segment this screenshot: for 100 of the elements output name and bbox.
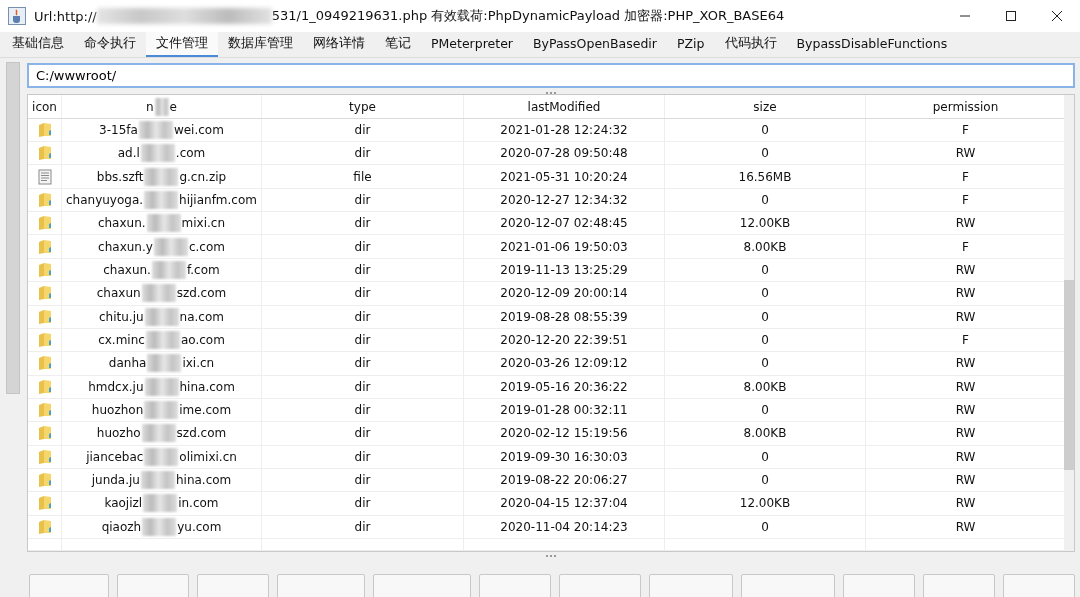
type-cell: dir [354,333,371,347]
button[interactable] [29,573,109,597]
redaction-blur [151,261,186,279]
button[interactable] [117,573,189,597]
tab[interactable]: 代码执行 [714,32,787,57]
app-icon [8,7,26,25]
redaction-blur [144,307,179,326]
file-name-part: ao.com [180,333,225,347]
size-cell: 0 [761,286,769,301]
redaction-blur [142,517,177,536]
permission-cell: RW [955,286,976,301]
file-name-part: hina.com [175,473,232,488]
tab[interactable]: PZip [667,32,715,57]
file-name-part: bbs.szft [96,169,144,184]
file-name-part: f.com [186,263,220,277]
button[interactable] [649,573,733,597]
column-header[interactable]: icon [32,99,57,114]
date-cell: 2020-07-28 09:50:48 [500,146,628,161]
size-cell: 16.56MB [738,169,792,184]
column-header[interactable]: n [146,99,154,114]
column-header[interactable]: lastModified [527,99,601,114]
maximize-icon [1005,10,1017,22]
column-header[interactable]: e [169,99,177,114]
date-cell: 2019-09-30 16:30:03 [500,449,628,464]
tab[interactable]: 笔记 [375,32,421,57]
date-cell: 2019-01-28 00:32:11 [500,403,628,418]
date-cell: 2020-11-04 20:14:23 [500,519,628,534]
folder-icon [37,518,52,535]
column-header[interactable]: size [753,99,777,114]
permission-cell: RW [955,496,976,511]
file-name-part: cx.minc [98,333,145,347]
permission-cell: F [962,169,969,184]
date-cell: 2021-05-31 10:20:24 [500,169,628,184]
redaction-blur [141,424,176,443]
tab[interactable]: ByPassOpenBasedir [522,32,667,57]
file-name-part: junda.ju [91,473,140,488]
type-cell: dir [354,356,371,371]
tab[interactable]: 基础信息 [2,32,74,57]
button[interactable] [559,573,641,597]
folder-icon [37,285,52,302]
redaction-blur [147,354,182,373]
button[interactable] [197,573,269,597]
button[interactable] [1003,573,1075,597]
file-name-part: olimixi.cn [179,449,237,464]
window-title: Url:http:// [34,8,97,24]
scrollbar[interactable] [1064,280,1074,471]
type-cell: dir [354,426,371,441]
file-name-part: qiaozh [101,519,142,534]
redaction-blur [144,377,179,396]
permission-cell: RW [955,379,976,394]
file-name-part: .com [175,146,206,161]
file-name-part: in.com [178,496,219,511]
permission-cell: RW [955,403,976,418]
file-name-part: hina.com [179,379,235,394]
file-name-part: na.com [179,309,224,324]
tab[interactable]: 数据库管理 [218,32,303,57]
button[interactable] [843,573,915,597]
permission-cell: F [962,239,969,254]
button[interactable] [479,573,551,597]
folder-icon [37,191,52,208]
date-cell: 2019-08-28 08:55:39 [500,309,628,324]
date-cell: 2020-12-07 02:48:45 [500,216,628,231]
scrollbar[interactable] [6,62,20,394]
date-cell: 2020-12-09 20:00:14 [500,286,628,301]
close-icon [1051,10,1063,22]
tab[interactable]: 命令执行 [74,32,146,57]
path-field[interactable]: C:/wwwroot/ [27,63,1075,89]
redaction-blur [143,494,178,513]
redaction-blur [140,471,175,490]
file-name-part: c.com [188,239,225,254]
tab[interactable]: 网络详情 [303,32,375,57]
file-name-part: chaxun.y [98,239,153,254]
redaction-blur [154,97,169,116]
file-name-part: ad.l [117,146,140,161]
folder-icon [37,448,52,465]
file-name-part: kaojizl [104,496,143,511]
size-cell: 0 [761,519,769,534]
tab[interactable]: 文件管理 [146,32,218,57]
file-name-part: chaxun. [103,263,151,277]
button[interactable] [741,573,835,597]
tab[interactable]: BypassDisableFunctions [786,32,958,57]
date-cell: 2019-05-16 20:36:22 [500,379,628,394]
size-cell: 0 [761,146,769,161]
tab[interactable]: PMeterpreter [421,32,523,57]
size-cell: 0 [761,309,769,324]
folder-icon [37,402,52,419]
type-cell: dir [354,473,371,488]
button[interactable] [373,573,471,597]
date-cell: 2020-02-12 15:19:56 [500,426,628,441]
button[interactable] [923,573,995,597]
folder-icon [37,262,52,278]
column-header[interactable]: permission [932,99,999,114]
column-header[interactable]: type [349,99,376,114]
file-name-part: g.cn.zip [179,169,227,184]
file-name-part: yu.com [177,519,222,534]
redaction-blur [144,447,179,466]
permission-cell: RW [955,519,976,534]
button[interactable] [277,573,365,597]
size-cell: 0 [761,263,769,277]
type-cell: dir [354,449,371,464]
